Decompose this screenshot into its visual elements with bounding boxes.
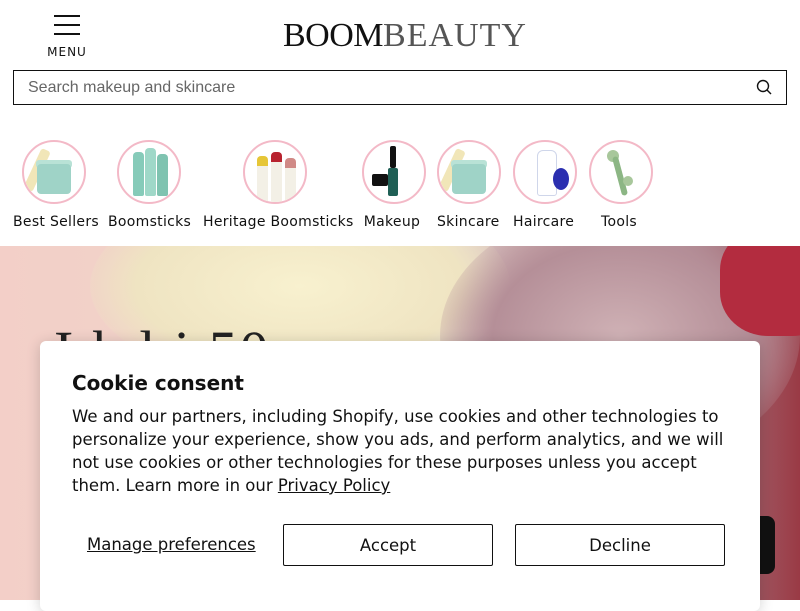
logo-text-beauty: BEAUTY	[383, 17, 527, 54]
best-sellers-thumbnail	[22, 140, 86, 204]
category-best-sellers[interactable]: Best Sellers	[13, 140, 99, 230]
category-boomsticks[interactable]: Boomsticks	[108, 140, 192, 230]
cookie-body-text: We and our partners, including Shopify, …	[72, 407, 724, 495]
makeup-thumbnail	[362, 140, 426, 204]
category-label: Tools	[601, 214, 637, 230]
accept-button[interactable]: Accept	[283, 524, 493, 566]
cookie-title: Cookie consent	[72, 371, 244, 395]
privacy-policy-link[interactable]: Privacy Policy	[278, 476, 390, 495]
search-icon[interactable]	[756, 79, 772, 95]
boomsticks-thumbnail	[117, 140, 181, 204]
category-tools[interactable]: Tools	[589, 140, 653, 230]
brand-logo[interactable]: BOOMBEAUTY	[283, 14, 527, 58]
category-label: Skincare	[437, 214, 500, 230]
search-input[interactable]	[28, 71, 738, 104]
logo-text-boom: BOOM	[283, 17, 384, 54]
category-label: Makeup	[363, 214, 421, 230]
category-haircare[interactable]: Haircare	[513, 140, 577, 230]
category-makeup[interactable]: Makeup	[362, 140, 426, 230]
skincare-thumbnail	[437, 140, 501, 204]
tools-thumbnail	[589, 140, 653, 204]
manage-preferences-link[interactable]: Manage preferences	[87, 535, 256, 554]
search-bar	[13, 70, 787, 105]
decline-button[interactable]: Decline	[515, 524, 725, 566]
heritage-boomsticks-thumbnail	[243, 140, 307, 204]
category-skincare[interactable]: Skincare	[437, 140, 501, 230]
category-label: Haircare	[513, 214, 575, 230]
cookie-consent-dialog: Cookie consent We and our partners, incl…	[40, 341, 760, 611]
haircare-thumbnail	[513, 140, 577, 204]
category-label: Boomsticks	[108, 214, 192, 230]
menu-label: MENU	[47, 45, 87, 59]
category-heritage-boomsticks[interactable]: Heritage Boomsticks	[203, 140, 354, 230]
cookie-body: We and our partners, including Shopify, …	[72, 405, 732, 497]
menu-button[interactable]: MENU	[44, 12, 90, 60]
hamburger-icon	[54, 15, 80, 35]
category-label: Best Sellers	[13, 214, 99, 230]
category-label: Heritage Boomsticks	[203, 214, 354, 230]
